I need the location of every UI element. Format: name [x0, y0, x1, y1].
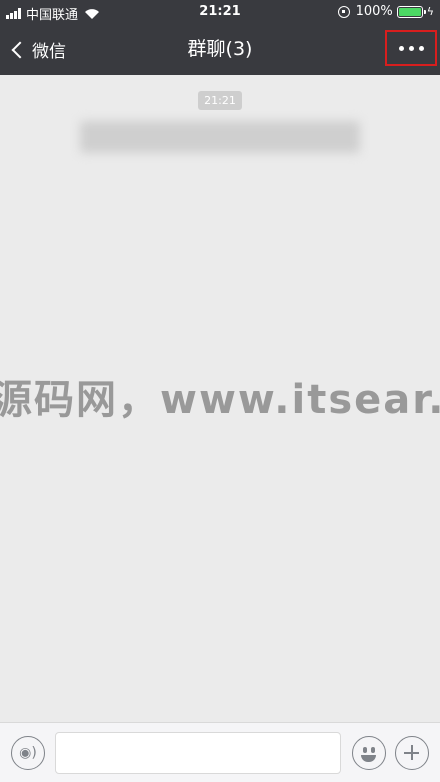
nav-bar: 微信 群聊(3)	[0, 24, 440, 75]
battery-icon	[396, 5, 426, 18]
input-bar: ◉)	[0, 722, 440, 782]
message-input[interactable]	[55, 732, 341, 774]
voice-button[interactable]: ◉)	[11, 736, 45, 770]
watermark-text: 源码网，www.itsear.c	[0, 377, 440, 423]
message-timestamp: 21:21	[198, 91, 242, 110]
rotation-lock-icon	[337, 5, 350, 18]
more-dots-icon	[398, 45, 404, 51]
page-title: 群聊(3)	[187, 38, 253, 60]
plus-button[interactable]	[395, 736, 429, 770]
voice-icon: ◉)	[19, 745, 37, 761]
chat-area[interactable]: 21:21 源码网，www.itsear.c	[0, 75, 440, 722]
charging-icon: ϟ	[426, 5, 434, 18]
status-bar: 中国联通 21:21 100% ϟ	[0, 0, 440, 24]
blurred-system-message	[80, 121, 360, 153]
more-button[interactable]	[385, 30, 437, 66]
battery-percent: 100%	[355, 4, 393, 19]
emoji-button[interactable]	[352, 736, 386, 770]
emoji-icon	[363, 747, 367, 753]
